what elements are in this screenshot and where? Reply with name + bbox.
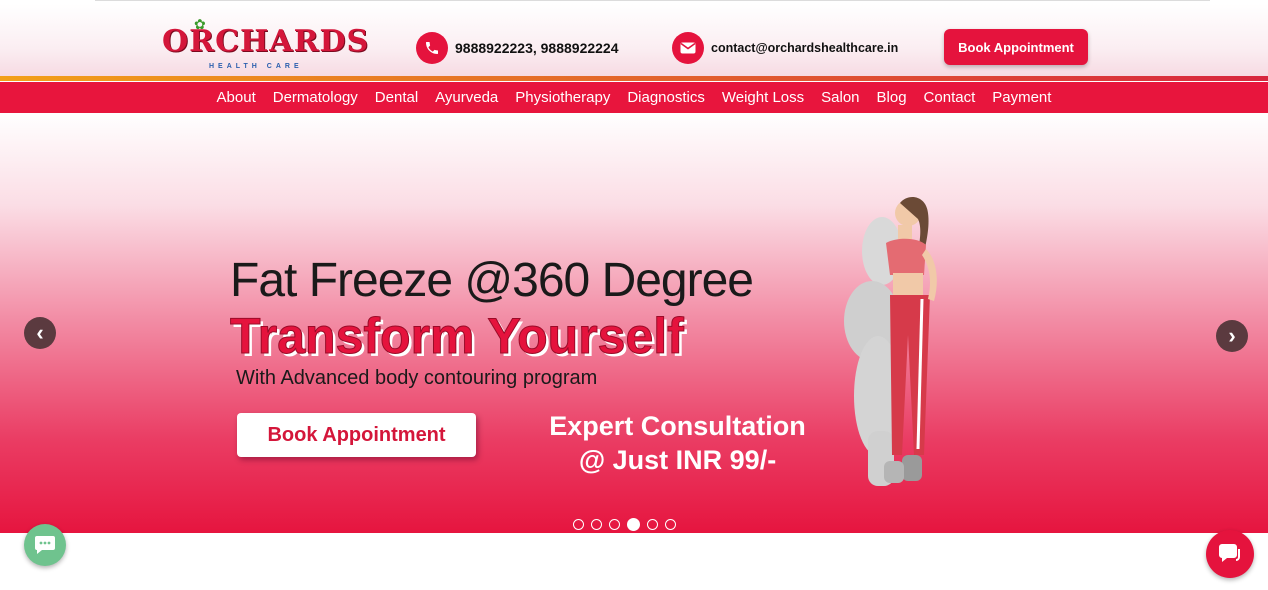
- header-accent-stripe: [0, 76, 1268, 81]
- nav-item-contact[interactable]: Contact: [924, 89, 976, 106]
- nav-item-physiotherapy[interactable]: Physiotherapy: [515, 89, 610, 106]
- phone-numbers: 9888922223, 9888922224: [455, 40, 619, 56]
- phone-icon: [416, 32, 448, 64]
- orchards-logo[interactable]: ✿ ORCHARDS HEALTH CARE: [162, 16, 368, 76]
- email-address: contact@orchardshealthcare.in: [711, 41, 899, 55]
- site-header: ✿ ORCHARDS HEALTH CARE 9888922223, 98889…: [0, 4, 1268, 78]
- nav-item-salon[interactable]: Salon: [821, 89, 859, 106]
- chevron-right-icon: ›: [1228, 323, 1236, 348]
- envelope-icon: [672, 32, 704, 64]
- carousel-dot[interactable]: [573, 519, 584, 530]
- carousel-dot[interactable]: [591, 519, 602, 530]
- carousel-dot[interactable]: [647, 519, 658, 530]
- nav-item-dermatology[interactable]: Dermatology: [273, 89, 358, 106]
- consultation-offer: Expert Consultation @ Just INR 99/-: [520, 409, 835, 477]
- chat-widget-button[interactable]: [24, 524, 66, 566]
- top-divider: [95, 0, 1210, 1]
- hero-title: Transform Yourself: [230, 308, 685, 365]
- logo-subtext: HEALTH CARE: [209, 63, 303, 70]
- hero-carousel: Fat Freeze @360 Degree Transform Yoursel…: [0, 113, 1268, 533]
- carousel-dot-active[interactable]: [627, 518, 640, 531]
- email-contact[interactable]: contact@orchardshealthcare.in: [672, 32, 898, 64]
- nav-item-ayurveda[interactable]: Ayurveda: [435, 89, 498, 106]
- messenger-button[interactable]: [1206, 530, 1254, 578]
- carousel-prev-button[interactable]: ‹: [24, 317, 56, 349]
- nav-item-blog[interactable]: Blog: [877, 89, 907, 106]
- messenger-icon: [1219, 544, 1240, 562]
- phone-contact[interactable]: 9888922223, 9888922224: [416, 32, 619, 64]
- header-book-appointment-button[interactable]: Book Appointment: [944, 29, 1088, 65]
- nav-item-payment[interactable]: Payment: [992, 89, 1051, 106]
- carousel-next-button[interactable]: ›: [1216, 320, 1248, 352]
- body-contouring-figure: [844, 197, 937, 486]
- chat-bubble-icon: [35, 536, 55, 554]
- nav-item-about[interactable]: About: [217, 89, 256, 106]
- offer-line-1: Expert Consultation: [549, 411, 806, 441]
- nav-item-dental[interactable]: Dental: [375, 89, 418, 106]
- hero-subtitle: With Advanced body contouring program: [236, 367, 598, 389]
- chevron-left-icon: ‹: [36, 320, 44, 345]
- main-nav: About Dermatology Dental Ayurveda Physio…: [0, 82, 1268, 113]
- hero-headline: Fat Freeze @360 Degree: [230, 254, 754, 307]
- logo-text: ORCHARDS: [162, 24, 370, 59]
- carousel-dot[interactable]: [665, 519, 676, 530]
- carousel-dot[interactable]: [609, 519, 620, 530]
- hero-book-appointment-button[interactable]: Book Appointment: [237, 413, 476, 457]
- nav-item-weight-loss[interactable]: Weight Loss: [722, 89, 804, 106]
- nav-item-diagnostics[interactable]: Diagnostics: [627, 89, 705, 106]
- carousel-pagination: [573, 518, 676, 531]
- offer-line-2: @ Just INR 99/-: [578, 445, 777, 475]
